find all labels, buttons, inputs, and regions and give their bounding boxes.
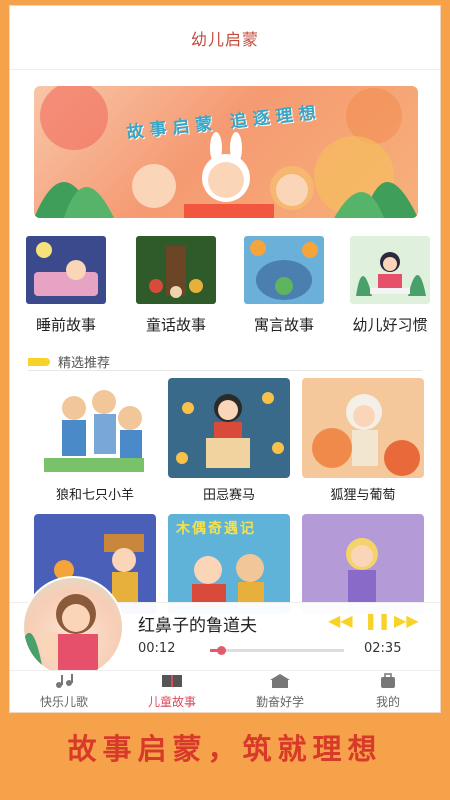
page-title: 幼儿启蒙 — [190, 29, 259, 49]
category-label: 睡前故事 — [35, 316, 96, 334]
frog-well-icon — [244, 236, 324, 304]
category-row: 睡前故事 童话故事 寓言故事 幼儿好习惯 — [10, 236, 440, 340]
category-bedtime[interactable]: 睡前故事 — [16, 236, 116, 335]
story-cover: 木偶奇遇记 — [168, 514, 290, 614]
bottom-tab-bar: 快乐儿歌 儿童故事 勤奋好学 我的 — [10, 670, 440, 712]
story-cover — [168, 378, 290, 478]
pause-icon[interactable]: ❚❚ — [364, 611, 391, 630]
app-header: 幼儿启蒙 — [10, 6, 440, 70]
category-label: 幼儿好习惯 — [352, 316, 428, 334]
now-playing-cover[interactable] — [22, 576, 124, 678]
story-title: 狐狸与葡萄 — [330, 488, 396, 503]
elapsed-time: 00:12 — [138, 641, 176, 656]
slogan: 故事启蒙，筑就理想 — [67, 732, 383, 766]
tab-label: 勤奋好学 — [255, 695, 304, 709]
tab-study[interactable]: 勤奋好学 — [226, 671, 334, 712]
phone-screen: 幼儿启蒙 故事启蒙 追逐理想 睡前故事 童话故事 寓言故事 幼儿好习惯 精选推荐… — [9, 5, 441, 713]
tab-label: 快乐儿歌 — [39, 695, 88, 709]
progress-handle[interactable] — [216, 646, 226, 655]
section-marker-icon — [28, 357, 50, 366]
bag-icon — [381, 673, 395, 688]
story-cover — [302, 514, 424, 614]
banner-illustration — [34, 86, 418, 218]
category-fable[interactable]: 寓言故事 — [234, 236, 334, 335]
category-good-habits[interactable]: 幼儿好习惯 — [340, 236, 440, 335]
next-icon[interactable]: ▶▶ — [394, 611, 419, 630]
previous-icon[interactable]: ◀◀ — [328, 611, 353, 630]
duration-time: 02:35 — [364, 641, 402, 656]
story-card[interactable]: 狼和七只小羊 — [34, 378, 156, 503]
category-label: 童话故事 — [145, 316, 206, 334]
story-cover — [302, 378, 424, 478]
tab-profile[interactable]: 我的 — [334, 671, 440, 712]
tab-songs[interactable]: 快乐儿歌 — [10, 671, 118, 712]
tab-label: 我的 — [375, 695, 400, 709]
story-card[interactable]: 田忌赛马 — [168, 378, 290, 503]
progress-bar[interactable] — [210, 646, 344, 655]
story-cover — [34, 378, 156, 478]
book-icon — [162, 675, 182, 687]
tab-label: 儿童故事 — [147, 695, 196, 709]
story-title: 田忌赛马 — [202, 488, 255, 503]
reading-girl-icon — [350, 236, 430, 304]
track-title: 红鼻子的鲁道夫 — [138, 616, 257, 636]
forest-tree-icon — [136, 236, 216, 304]
moon-bed-icon — [26, 236, 106, 304]
school-icon — [270, 674, 290, 688]
tab-stories[interactable]: 儿童故事 — [118, 671, 226, 712]
category-label: 寓言故事 — [253, 316, 314, 334]
banner[interactable]: 故事启蒙 追逐理想 — [34, 86, 418, 218]
divider — [28, 370, 422, 371]
music-notes-icon — [56, 674, 73, 688]
section-header: 精选推荐 — [28, 352, 110, 371]
story-title: 狼和七只小羊 — [55, 488, 134, 503]
story-card[interactable]: 狐狸与葡萄 — [302, 378, 424, 503]
section-title: 精选推荐 — [58, 356, 111, 371]
category-fairy-tale[interactable]: 童话故事 — [126, 236, 226, 335]
